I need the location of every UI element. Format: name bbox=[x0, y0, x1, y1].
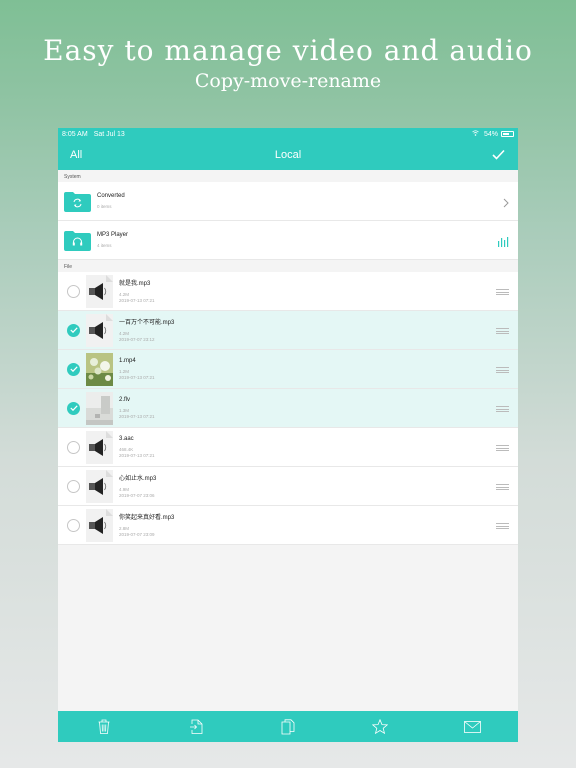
file-name: 你笑起来真好看.mp3 bbox=[119, 515, 175, 521]
file-date: 2019-07-13 07:21 bbox=[119, 413, 155, 419]
move-icon[interactable] bbox=[187, 718, 205, 736]
drag-handle-icon[interactable] bbox=[496, 289, 509, 297]
battery-percent: 54% bbox=[483, 130, 498, 138]
status-date: Sat Jul 13 bbox=[93, 130, 125, 138]
section-header-system: System bbox=[64, 174, 81, 180]
file-row[interactable]: 你笑起来真好看.mp3 2.8M 2019-07-07 23:09 bbox=[58, 506, 518, 545]
folder-row-mp3-player[interactable]: MP3 Player 4 items bbox=[58, 221, 518, 260]
file-date: 2019-07-13 07:21 bbox=[119, 374, 155, 380]
refresh-folder-icon bbox=[64, 191, 91, 212]
file-name: 心如止水.mp3 bbox=[119, 476, 157, 482]
folder-count: 4 items bbox=[97, 242, 112, 248]
drag-handle-icon[interactable] bbox=[496, 406, 509, 414]
wifi-icon bbox=[472, 130, 479, 138]
audio-thumbnail-icon bbox=[86, 313, 113, 347]
file-name: 1.mp4 bbox=[119, 357, 136, 364]
file-row[interactable]: 心如止水.mp3 4.9M 2019-07-07 23:06 bbox=[58, 467, 518, 506]
nav-bar: All Local bbox=[58, 140, 518, 170]
select-checkbox[interactable] bbox=[67, 362, 80, 376]
video-thumbnail bbox=[86, 391, 113, 425]
file-date: 2019-07-13 07:21 bbox=[119, 298, 155, 303]
chevron-right-icon bbox=[503, 195, 509, 213]
page-title: Local bbox=[274, 149, 302, 161]
file-row[interactable]: 一百万个不可能.mp3 4.2M 2019-07-07 23:12 bbox=[58, 311, 518, 350]
audio-thumbnail-icon bbox=[86, 430, 113, 464]
mail-icon[interactable] bbox=[463, 718, 481, 736]
battery-icon bbox=[501, 131, 514, 137]
select-all-button[interactable]: All bbox=[70, 149, 82, 161]
file-name: 3.aac bbox=[119, 435, 134, 442]
promo-subline: Copy-move-rename bbox=[194, 70, 382, 92]
select-checkbox[interactable] bbox=[67, 518, 80, 532]
file-row[interactable]: 就是我.mp3 4.2M 2019-07-13 07:21 bbox=[58, 272, 518, 311]
section-header-file: File bbox=[64, 264, 73, 270]
select-checkbox[interactable] bbox=[67, 401, 80, 415]
file-date: 2019-07-13 07:21 bbox=[119, 452, 155, 458]
folder-row-converted[interactable]: Converted 0 items bbox=[58, 182, 518, 221]
checkmark-icon[interactable] bbox=[492, 147, 505, 165]
drag-handle-icon[interactable] bbox=[496, 367, 509, 375]
file-row[interactable]: 1.mp4 1.2M 2019-07-13 07:21 bbox=[58, 350, 518, 389]
promo-headline: Easy to manage video and audio bbox=[43, 34, 533, 67]
folder-count: 0 items bbox=[97, 203, 112, 209]
file-row[interactable]: 3.aac 468.4K 2019-07-13 07:21 bbox=[58, 428, 518, 467]
audio-thumbnail-icon bbox=[86, 274, 113, 308]
drag-handle-icon[interactable] bbox=[496, 445, 509, 453]
folder-name: Converted bbox=[97, 192, 125, 199]
headphones-folder-icon bbox=[64, 230, 91, 251]
file-date: 2019-07-07 23:12 bbox=[119, 337, 155, 342]
copy-icon[interactable] bbox=[279, 718, 297, 736]
drag-handle-icon[interactable] bbox=[496, 484, 509, 492]
file-name: 一百万个不可能.mp3 bbox=[119, 320, 175, 326]
file-name: 2.flv bbox=[119, 396, 131, 403]
audio-thumbnail-icon bbox=[86, 469, 113, 503]
select-checkbox[interactable] bbox=[67, 440, 80, 454]
file-date: 2019-07-07 23:09 bbox=[119, 532, 155, 537]
drag-handle-icon[interactable] bbox=[496, 328, 509, 336]
file-list: 就是我.mp3 4.2M 2019-07-13 07:21 一百万个不可能.mp3 4.… bbox=[58, 272, 518, 545]
status-time: 8:05 AM bbox=[62, 130, 88, 138]
drag-handle-icon[interactable] bbox=[496, 523, 509, 531]
device-screen: 8:05 AM Sat Jul 13 54% All Local System … bbox=[58, 128, 518, 742]
select-checkbox[interactable] bbox=[67, 479, 80, 493]
file-date: 2019-07-07 23:06 bbox=[119, 493, 155, 498]
video-thumbnail bbox=[86, 352, 113, 386]
folder-name: MP3 Player bbox=[97, 231, 129, 238]
audio-thumbnail-icon bbox=[86, 508, 113, 542]
file-row[interactable]: 2.flv 1.3M 2019-07-13 07:21 bbox=[58, 389, 518, 428]
status-bar: 8:05 AM Sat Jul 13 54% bbox=[58, 128, 518, 140]
equalizer-icon bbox=[498, 234, 509, 252]
bottom-toolbar bbox=[58, 711, 518, 742]
select-checkbox[interactable] bbox=[67, 323, 80, 337]
star-icon[interactable] bbox=[371, 718, 389, 736]
file-name: 就是我.mp3 bbox=[119, 281, 151, 287]
select-checkbox[interactable] bbox=[67, 284, 80, 298]
trash-icon[interactable] bbox=[95, 718, 113, 736]
